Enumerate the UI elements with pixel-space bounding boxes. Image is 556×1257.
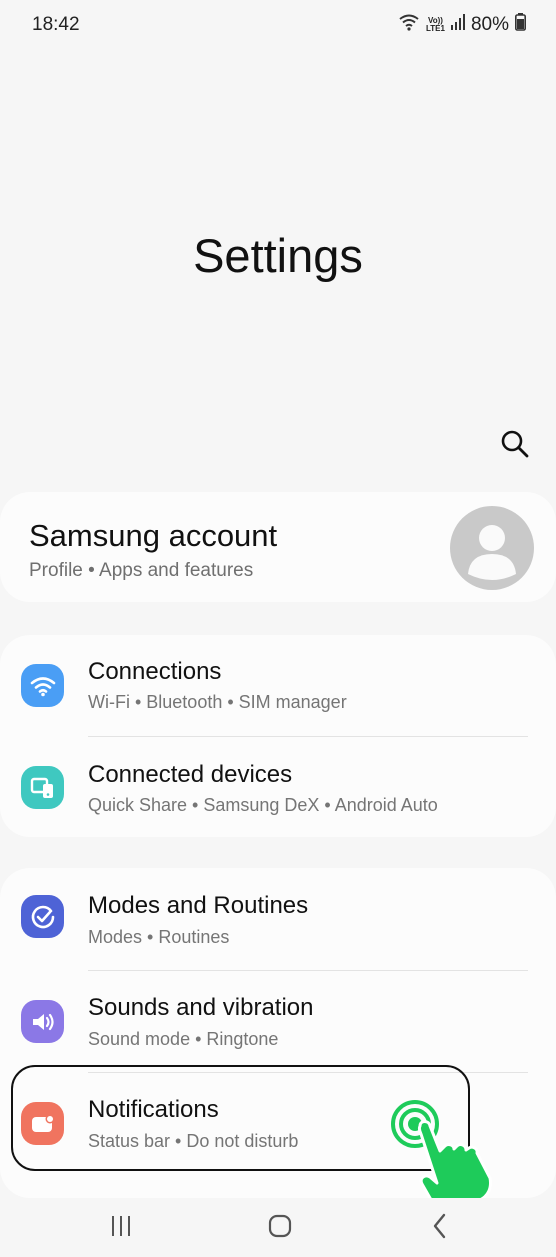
connected-devices-icon	[21, 766, 64, 809]
list-item-sounds-and-vibration[interactable]: Sounds and vibration Sound mode • Ringto…	[0, 971, 556, 1073]
connected-devices-title: Connected devices	[88, 761, 293, 788]
list-item-connected-devices[interactable]: Connected devices Quick Share • Samsung …	[0, 737, 556, 839]
wifi-icon	[398, 13, 420, 37]
status-bar: 18:42 Vo)) LTE1 80%	[0, 0, 556, 52]
modes-title: Modes and Routines	[88, 892, 309, 919]
samsung-account-card[interactable]: Samsung account Profile • Apps and featu…	[0, 492, 556, 602]
search-icon	[499, 430, 533, 466]
person-icon	[450, 525, 534, 590]
battery-percent: 80%	[470, 14, 509, 35]
home-button[interactable]	[260, 1212, 300, 1244]
speaker-icon	[21, 1000, 64, 1043]
volte-icon: Vo)) LTE1	[426, 17, 445, 33]
home-icon	[267, 1213, 293, 1244]
page-title: Settings	[193, 229, 363, 282]
search-button[interactable]	[499, 428, 533, 462]
modes-check-icon	[21, 895, 64, 938]
recents-icon	[108, 1215, 134, 1242]
navigation-bar	[0, 1198, 556, 1257]
account-subtitle: Profile • Apps and features	[29, 560, 254, 581]
sounds-title: Sounds and vibration	[88, 994, 314, 1021]
wifi-icon	[21, 664, 64, 707]
battery-icon	[515, 13, 526, 37]
status-time: 18:42	[32, 14, 80, 35]
status-icons: Vo)) LTE1 80%	[398, 13, 526, 37]
connected-devices-subtitle: Quick Share • Samsung DeX • Android Auto	[88, 795, 438, 815]
tap-hand-icon	[384, 1096, 496, 1208]
sounds-subtitle: Sound mode • Ringtone	[88, 1029, 279, 1049]
back-icon	[430, 1213, 450, 1244]
signal-icon	[450, 14, 465, 36]
list-item-connections[interactable]: Connections Wi-Fi • Bluetooth • SIM mana…	[0, 635, 556, 737]
back-button[interactable]	[420, 1212, 460, 1244]
list-item-modes-and-routines[interactable]: Modes and Routines Modes • Routines	[0, 868, 556, 970]
account-title: Samsung account	[29, 518, 278, 553]
connections-title: Connections	[88, 658, 222, 685]
recents-button[interactable]	[101, 1212, 141, 1244]
modes-subtitle: Modes • Routines	[88, 927, 230, 947]
settings-group-connectivity: Connections Wi-Fi • Bluetooth • SIM mana…	[0, 635, 556, 837]
volte-bottom-label: LTE1	[426, 24, 445, 33]
avatar[interactable]	[450, 506, 534, 590]
connections-subtitle: Wi-Fi • Bluetooth • SIM manager	[88, 692, 347, 712]
